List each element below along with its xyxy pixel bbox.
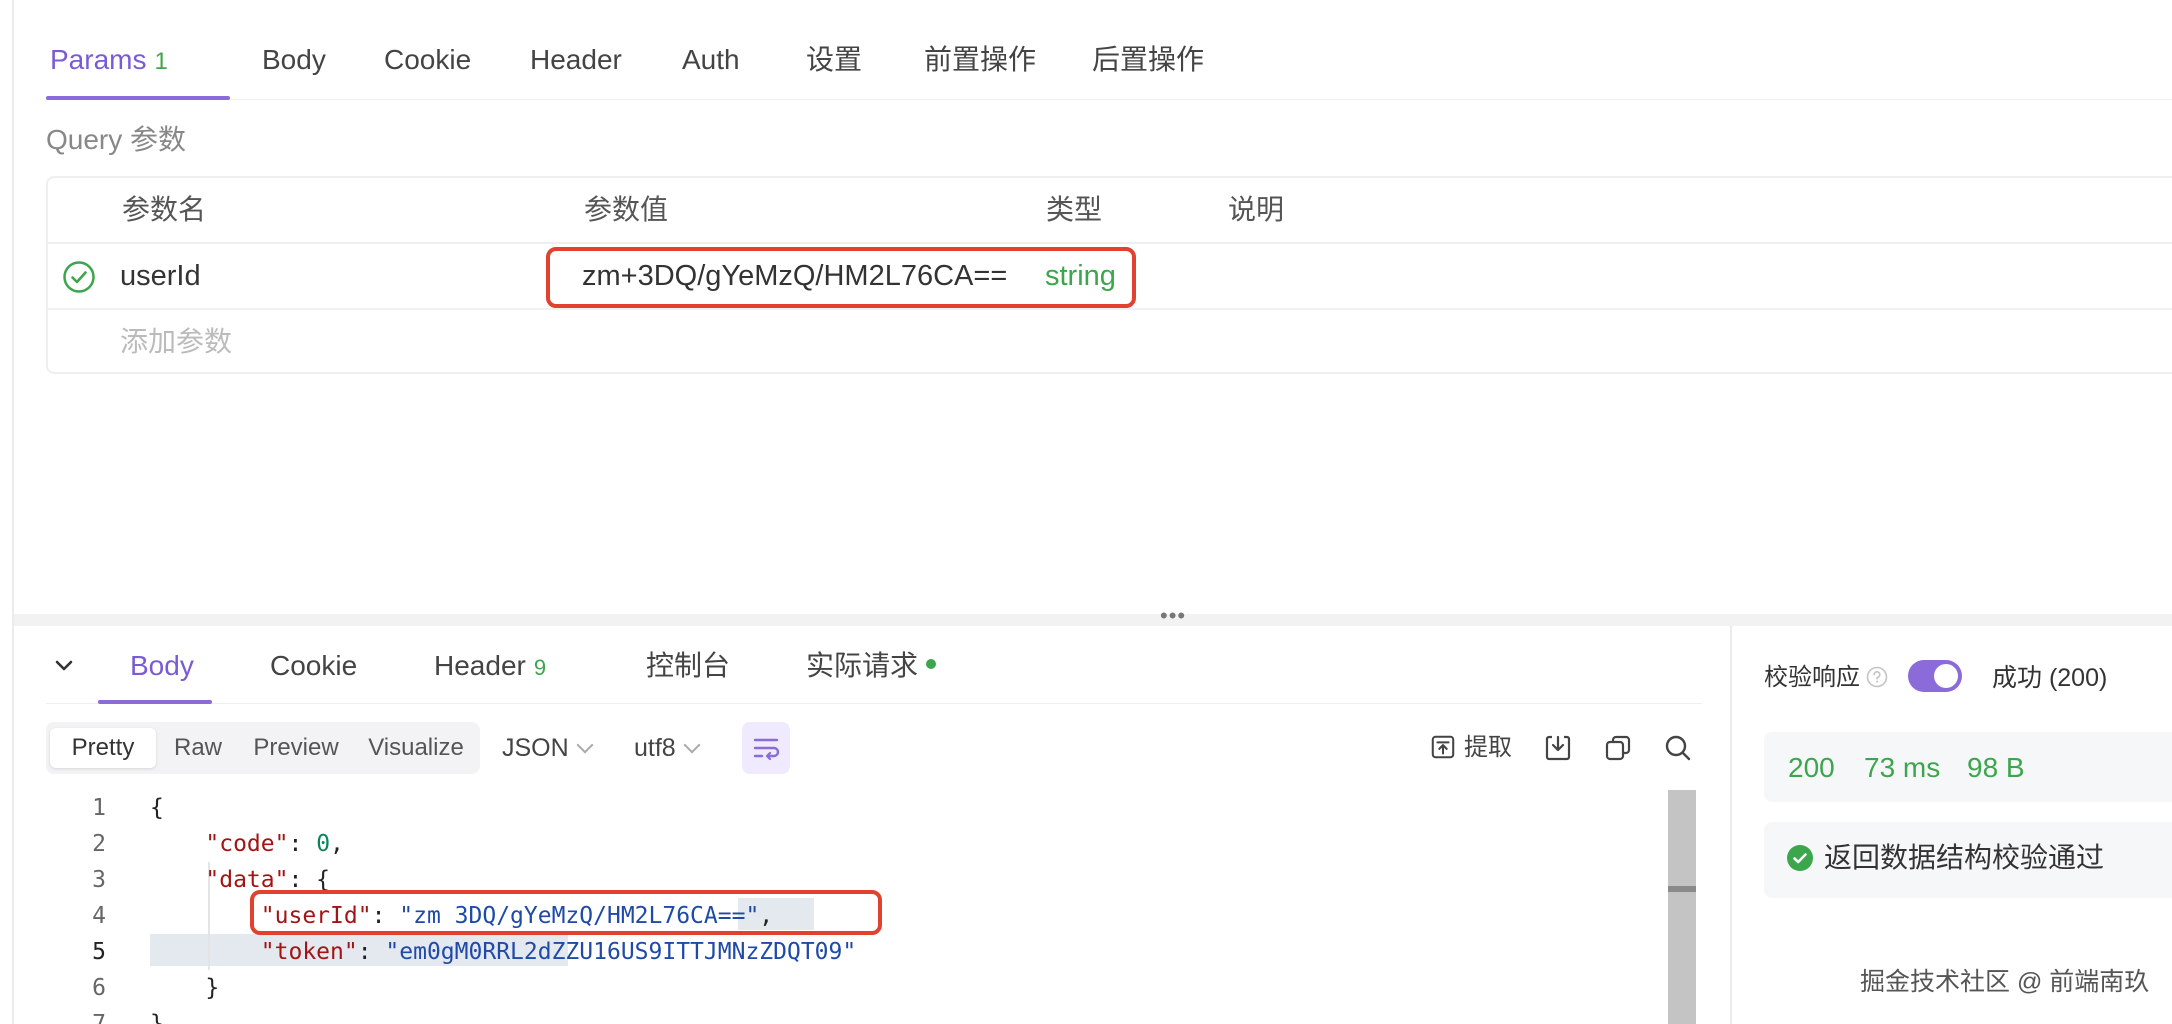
view-mode-preview[interactable]: Preview	[240, 728, 352, 768]
response-tab-body[interactable]: Body	[130, 644, 194, 688]
view-mode-pretty[interactable]: Pretty	[50, 728, 156, 768]
extract-icon	[1431, 735, 1455, 758]
tab-body[interactable]: Body	[262, 38, 326, 82]
chevron-down-icon	[683, 736, 701, 754]
json-brace: }	[205, 975, 220, 1001]
wrap-lines-icon	[753, 738, 780, 761]
add-param-input[interactable]: 添加参数	[120, 322, 232, 362]
status-dot-icon	[926, 658, 937, 669]
header-count-badge: 9	[533, 655, 547, 680]
encoding-select[interactable]: utf8	[634, 728, 701, 768]
format-select-value: JSON	[502, 734, 569, 762]
search-icon[interactable]	[1662, 732, 1694, 764]
view-mode-visualize[interactable]: Visualize	[356, 728, 476, 768]
params-count-badge: 1	[154, 48, 168, 75]
word-wrap-button[interactable]	[742, 722, 790, 774]
column-header-name: 参数名	[122, 194, 207, 225]
tab-params[interactable]: Params 1	[50, 38, 168, 84]
column-header-value: 参数值	[584, 194, 669, 225]
watermark: 掘金技术社区 @ 前端南玖	[1860, 968, 2150, 996]
check-circle-icon	[1787, 845, 1813, 871]
panel-splitter[interactable]	[14, 614, 2172, 626]
table-header-divider	[48, 242, 2172, 244]
json-brace: {	[150, 795, 164, 821]
line-number: 4	[92, 903, 106, 929]
code-line-5: "token": "em0gM0RRL2dZZU16US9ITTJMNzZDQT…	[260, 939, 857, 965]
response-tab-header-label: Header	[434, 650, 526, 681]
response-panel-divider	[1730, 626, 1732, 1024]
format-select[interactable]: JSON	[502, 728, 594, 768]
drag-handle-icon[interactable]: •••	[1160, 605, 1186, 627]
line-number: 3	[92, 867, 106, 893]
chevron-down-icon	[576, 736, 594, 754]
check-circle-icon[interactable]	[62, 260, 96, 294]
tab-header[interactable]: Header	[530, 38, 622, 82]
code-line-1: {	[150, 790, 164, 826]
table-row-divider	[48, 308, 2172, 310]
code-line-6: }	[150, 970, 219, 1006]
column-header-type: 类型	[1046, 194, 1103, 225]
code-line-7: }	[150, 1006, 164, 1024]
tab-auth[interactable]: Auth	[682, 38, 740, 82]
tab-divider	[46, 99, 2172, 100]
response-tab-cookie[interactable]: Cookie	[270, 644, 357, 688]
code-scrollbar[interactable]	[1668, 790, 1696, 1024]
json-brace: }	[150, 1011, 164, 1024]
response-size-value: 98 B	[1967, 752, 2025, 783]
validate-response-label: 校验响应	[1764, 664, 1860, 691]
view-mode-raw[interactable]: Raw	[160, 728, 236, 768]
response-tab-console[interactable]: 控制台	[646, 644, 730, 688]
json-key: "code"	[205, 831, 289, 857]
response-tab-header[interactable]: Header 9	[434, 644, 546, 690]
response-tab-actual-request[interactable]: 实际请求	[806, 644, 937, 688]
column-header-description: 说明	[1228, 194, 1285, 225]
encoding-select-value: utf8	[634, 734, 676, 762]
code-line-2: "code": 0,	[205, 831, 344, 857]
tab-pre-ops[interactable]: 前置操作	[924, 38, 1036, 82]
extract-label: 提取	[1464, 734, 1512, 761]
tab-cookie[interactable]: Cookie	[384, 38, 471, 82]
response-active-tab-indicator	[98, 700, 212, 704]
download-icon[interactable]	[1542, 732, 1574, 764]
line-number: 2	[92, 831, 106, 857]
json-string: "em0gM0RRL2dZZU16US9ITTJMNzZDQT09"	[385, 939, 857, 965]
json-number: 0	[316, 831, 331, 857]
line-number: 6	[92, 975, 106, 1001]
help-icon[interactable]	[1866, 666, 1888, 688]
response-tab-divider	[46, 703, 1702, 704]
copy-icon[interactable]	[1602, 732, 1634, 764]
response-time-value: 73 ms	[1864, 752, 1941, 783]
line-number: 5	[92, 939, 106, 965]
tab-params-label: Params	[50, 44, 147, 75]
status-code-value: 200	[1788, 752, 1835, 783]
json-key: "token"	[260, 939, 358, 965]
active-tab-indicator	[46, 96, 230, 100]
left-border	[12, 0, 14, 1024]
toggle-knob	[1934, 664, 1958, 688]
tab-settings[interactable]: 设置	[806, 38, 862, 82]
response-tab-actual-request-label: 实际请求	[806, 650, 919, 681]
param-name-cell[interactable]: userId	[120, 256, 201, 296]
scrollbar-marker	[1668, 886, 1696, 892]
annotation-highlight-response	[250, 890, 882, 935]
extract-button[interactable]: 提取	[1430, 728, 1512, 768]
response-status-label: 成功 (200)	[1992, 664, 2108, 692]
chevron-down-icon[interactable]	[50, 652, 78, 680]
line-number: 7	[92, 1011, 106, 1024]
line-number: 1	[92, 795, 106, 821]
tab-post-ops[interactable]: 后置操作	[1092, 38, 1204, 82]
query-section-title: Query 参数	[46, 124, 187, 155]
schema-validation-message: 返回数据结构校验通过	[1824, 842, 2105, 873]
annotation-highlight-param	[546, 247, 1136, 308]
